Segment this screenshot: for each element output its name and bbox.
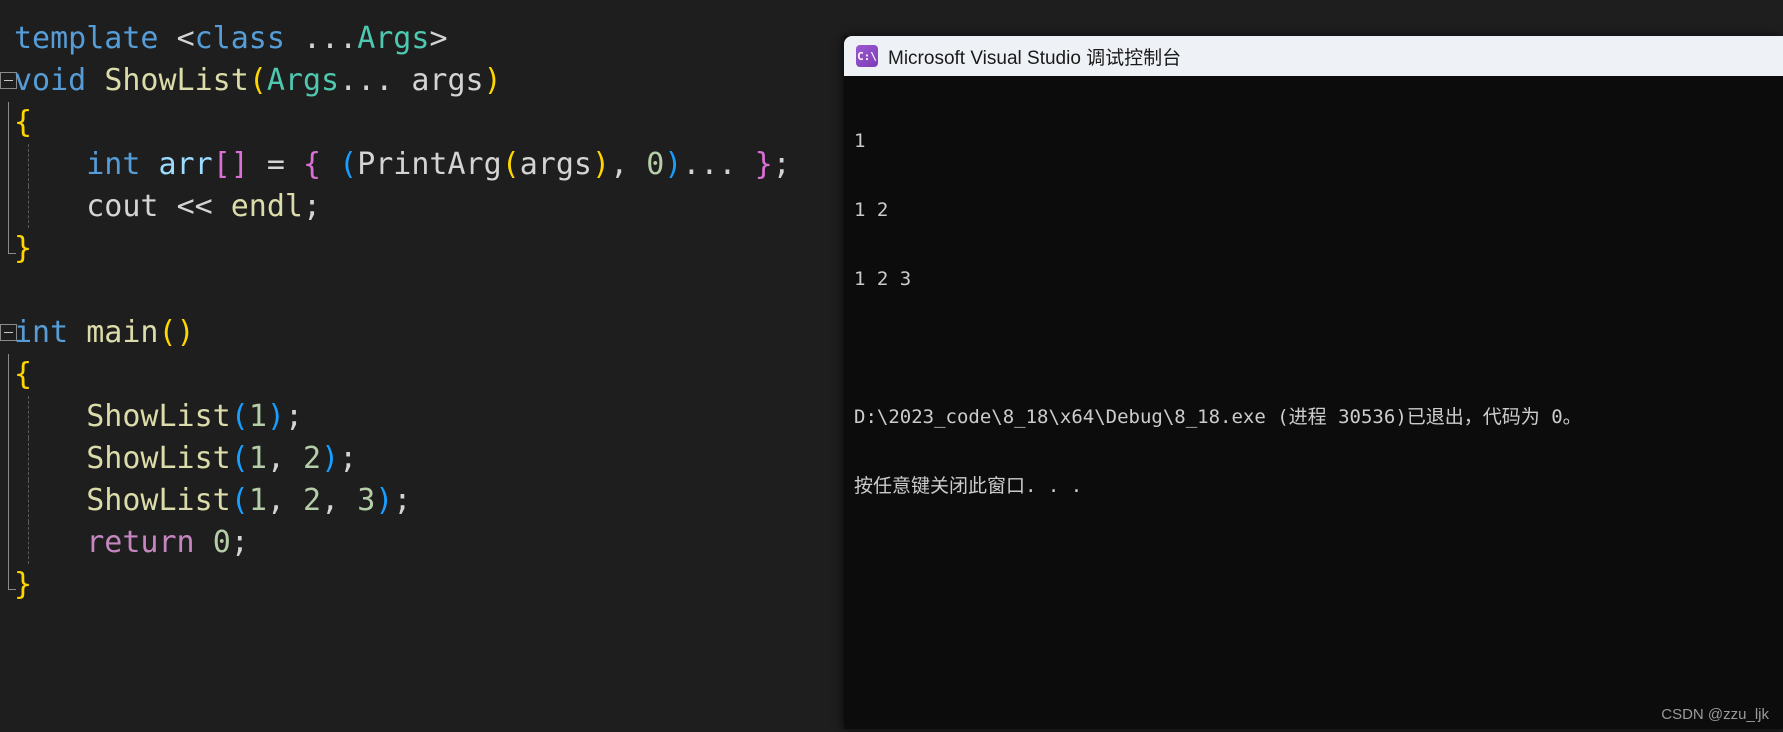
console-output-area[interactable]: 1 1 2 1 2 3 D:\2023_code\8_18\x64\Debug\… — [844, 76, 1783, 544]
code-line-text: int main() — [14, 315, 195, 350]
console-output-line: 1 — [854, 130, 866, 152]
code-line-text: } — [14, 567, 33, 602]
fold-guide-bar — [8, 102, 9, 144]
code-line-text: template <class ...Args> — [14, 21, 448, 56]
debug-console-window[interactable]: C:\ Microsoft Visual Studio 调试控制台 1 1 2 … — [844, 36, 1783, 729]
code-line[interactable]: { — [0, 354, 843, 396]
code-line[interactable]: cout << endl; — [0, 186, 843, 228]
code-line[interactable]: } — [0, 564, 843, 606]
code-line[interactable]: int main() — [0, 312, 843, 354]
fold-guide-bar — [8, 522, 9, 564]
code-line-text: int arr[] = { (PrintArg(args), 0)... }; — [86, 147, 791, 182]
code-line[interactable]: return 0; — [0, 522, 843, 564]
code-line[interactable]: } — [0, 228, 843, 270]
fold-guide-bar-end — [8, 228, 16, 254]
fold-guide-bar-end — [8, 564, 16, 590]
code-line[interactable]: ShowList(1, 2); — [0, 438, 843, 480]
code-line[interactable] — [0, 270, 843, 312]
watermark-label: CSDN @zzu_ljk — [1661, 706, 1769, 723]
fold-guide-bar — [8, 438, 9, 480]
code-line[interactable]: template <class ...Args> — [0, 18, 843, 60]
code-lines-container[interactable]: template <class ...Args> void ShowList(A… — [0, 18, 843, 606]
code-line[interactable]: ShowList(1, 2, 3); — [0, 480, 843, 522]
console-app-icon: C:\ — [856, 45, 878, 67]
code-line-text: return 0; — [86, 525, 249, 560]
console-titlebar[interactable]: C:\ Microsoft Visual Studio 调试控制台 — [844, 36, 1783, 76]
console-prompt-message: 按任意键关闭此窗口. . . — [854, 475, 1083, 497]
code-line-text: cout << endl; — [86, 189, 322, 224]
fold-guide-bar — [8, 144, 9, 186]
code-line-text: } — [14, 231, 33, 266]
code-line[interactable]: { — [0, 102, 843, 144]
fold-guide-bar — [8, 396, 9, 438]
code-line-text: ShowList(1); — [86, 399, 303, 434]
code-line-text: void ShowList(Args... args) — [14, 63, 502, 98]
console-output-line: 1 2 — [854, 199, 889, 221]
fold-guide-bar — [8, 186, 9, 228]
code-line-text: ShowList(1, 2, 3); — [86, 483, 412, 518]
console-output-line: 1 2 3 — [854, 268, 912, 290]
console-exit-message: D:\2023_code\8_18\x64\Debug\8_18.exe (进程… — [854, 406, 1582, 428]
code-line-text: { — [14, 357, 33, 392]
console-title: Microsoft Visual Studio 调试控制台 — [888, 47, 1182, 69]
code-line[interactable]: void ShowList(Args... args) — [0, 60, 843, 102]
code-line[interactable]: int arr[] = { (PrintArg(args), 0)... }; — [0, 144, 843, 186]
fold-guide-bar — [8, 354, 9, 396]
fold-guide-bar — [8, 480, 9, 522]
code-line[interactable]: ShowList(1); — [0, 396, 843, 438]
code-line-text: ShowList(1, 2); — [86, 441, 358, 476]
code-line-text: { — [14, 105, 33, 140]
